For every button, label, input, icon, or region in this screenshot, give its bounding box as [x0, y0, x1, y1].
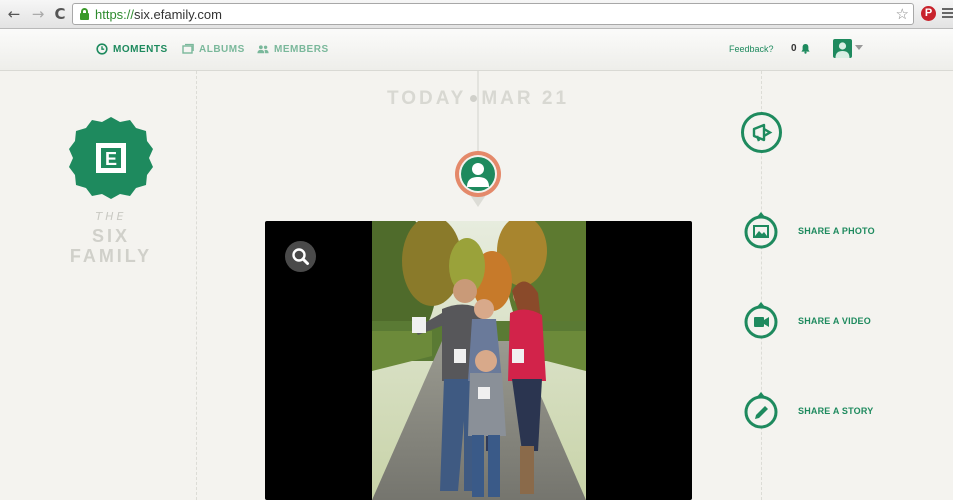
app-header: MOMENTS ALBUMS MEMBERS Feedback? 0	[0, 29, 953, 71]
user-icon	[835, 42, 850, 58]
share-video-button[interactable]	[744, 302, 778, 340]
share-photo-button[interactable]	[744, 212, 778, 250]
zoom-button[interactable]	[285, 241, 316, 272]
timeline-date-header: TODAY MAR 21	[370, 88, 586, 110]
forward-icon[interactable]: →	[28, 4, 48, 24]
family-logo-badge: E	[69, 117, 153, 199]
share-photo-label[interactable]: SHARE A PHOTO	[798, 226, 875, 236]
share-story-label[interactable]: SHARE A STORY	[798, 406, 873, 416]
members-icon	[257, 45, 269, 54]
notifications-count: 0	[791, 43, 797, 54]
logo-letter: E	[105, 149, 117, 169]
date-label: MAR 21	[481, 88, 570, 109]
nav-moments[interactable]: MOMENTS	[96, 43, 168, 55]
left-column-divider	[196, 71, 197, 500]
brand-name: SIX FAMILY	[56, 226, 166, 266]
address-bar[interactable]: https://six.efamily.com ☆	[72, 3, 914, 25]
nav-members[interactable]: MEMBERS	[257, 43, 329, 55]
clock-icon	[96, 43, 108, 55]
brand-line-2: FAMILY	[69, 246, 153, 266]
timeline-line	[477, 71, 479, 151]
announce-button[interactable]	[741, 112, 782, 153]
chevron-down-icon[interactable]	[855, 45, 863, 50]
star-icon[interactable]: ☆	[896, 5, 909, 23]
albums-icon	[182, 43, 194, 54]
family-photo	[372, 221, 586, 500]
notifications-button[interactable]: 0	[791, 43, 811, 54]
feedback-link[interactable]: Feedback?	[729, 44, 774, 54]
megaphone-icon	[752, 123, 773, 142]
pinterest-icon[interactable]: P	[921, 6, 936, 21]
nav-albums-label: ALBUMS	[199, 43, 245, 55]
share-story-button[interactable]	[744, 392, 778, 430]
back-icon[interactable]: ←	[4, 4, 24, 24]
share-video-label[interactable]: SHARE A VIDEO	[798, 316, 871, 326]
video-icon	[754, 317, 769, 327]
brand-the: THE	[95, 210, 127, 223]
author-avatar[interactable]	[454, 151, 502, 207]
url-text: https://six.efamily.com	[95, 7, 222, 22]
menu-icon[interactable]	[942, 8, 953, 20]
nav-moments-label: MOMENTS	[113, 43, 168, 55]
moment-photo-card[interactable]	[265, 221, 692, 500]
browser-toolbar: ← → C https://six.efamily.com ☆ P	[0, 0, 953, 29]
nav-albums[interactable]: ALBUMS	[182, 43, 245, 55]
today-label: TODAY	[386, 88, 467, 109]
search-icon	[292, 248, 309, 265]
nav-members-label: MEMBERS	[274, 43, 329, 55]
brand-line-1: SIX	[91, 226, 130, 246]
lock-icon	[80, 8, 89, 20]
reload-icon[interactable]: C	[50, 4, 70, 24]
user-menu-button[interactable]	[833, 39, 852, 58]
bell-icon	[800, 44, 810, 54]
